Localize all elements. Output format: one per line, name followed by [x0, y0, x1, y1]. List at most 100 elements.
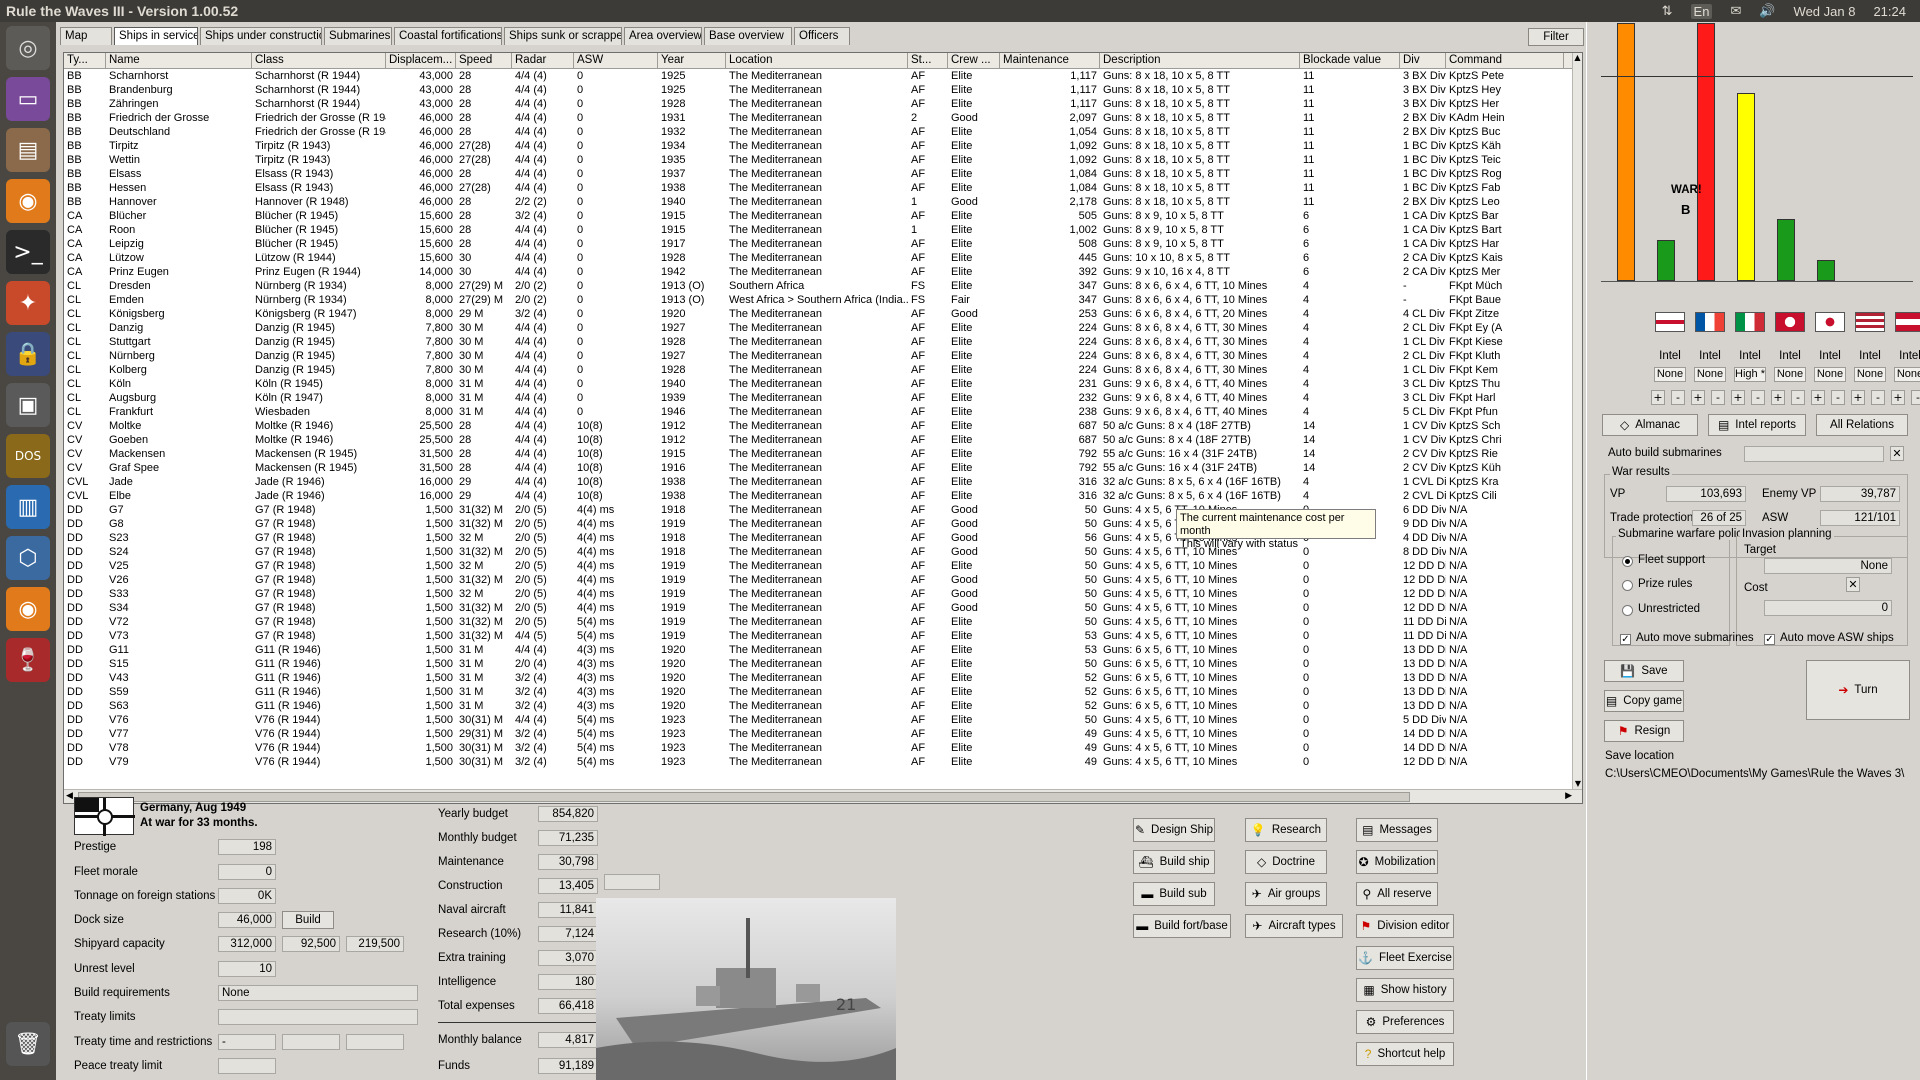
intel-increase-icon[interactable]: +: [1811, 390, 1825, 405]
mobilization-button[interactable]: ✪ Mobilization: [1356, 850, 1438, 874]
doctrine-button[interactable]: ◇ Doctrine: [1245, 850, 1327, 874]
app-icon-1[interactable]: ▭: [6, 77, 50, 121]
table-row[interactable]: BB Brandenburg Scharnhorst (R 1944) 43,000 2…: [64, 84, 1574, 98]
firefox-icon[interactable]: ◉: [6, 179, 50, 223]
build-fort-button[interactable]: ▬ Build fort/base: [1133, 914, 1231, 938]
column-header-10[interactable]: Crew ...: [948, 53, 1000, 69]
table-row[interactable]: DD S34 G7 (R 1948) 1,500 31(32) M 2/0 (5) 4(4)…: [64, 602, 1574, 616]
target-value[interactable]: None: [1764, 558, 1892, 574]
intel-decrease-icon[interactable]: -: [1871, 390, 1885, 405]
column-header-14[interactable]: Div: [1400, 53, 1446, 69]
column-header-9[interactable]: St...: [908, 53, 948, 69]
column-header-2[interactable]: Class: [252, 53, 386, 69]
table-row[interactable]: BB Elsass Elsass (R 1943) 46,000 28 4/4 (4) 0 1…: [64, 168, 1574, 182]
column-header-11[interactable]: Maintenance: [1000, 53, 1100, 69]
table-row[interactable]: DD S59 G11 (R 1946) 1,500 31 M 3/2 (4) 4(3) ms…: [64, 686, 1574, 700]
column-header-13[interactable]: Blockade value: [1300, 53, 1400, 69]
table-row[interactable]: DD V73 G7 (R 1948) 1,500 31(32) M 4/4 (5) 5(4)…: [64, 630, 1574, 644]
wine-icon[interactable]: 🍷: [6, 638, 50, 682]
intel-reports-button[interactable]: ▤ Intel reports: [1708, 414, 1806, 436]
table-row[interactable]: DD V25 G7 (R 1948) 1,500 32 M 2/0 (5) 4(4) ms 1…: [64, 560, 1574, 574]
trash-icon[interactable]: 🗑: [6, 1022, 50, 1066]
intel-increase-icon[interactable]: +: [1731, 390, 1745, 405]
files-icon[interactable]: ▤: [6, 128, 50, 172]
table-row[interactable]: DD S15 G11 (R 1946) 1,500 31 M 2/0 (4) 4(3) ms…: [64, 658, 1574, 672]
scroll-left-icon[interactable]: ◀: [66, 791, 73, 801]
table-row[interactable]: CL Danzig Danzig (R 1945) 7,800 30 M 4/4 (4) 0…: [64, 322, 1574, 336]
table-row[interactable]: CL Königsberg Königsberg (R 1947) 8,000 29 M…: [64, 308, 1574, 322]
fleet-exercise-button[interactable]: ⚓ Fleet Exercise: [1356, 946, 1454, 970]
terminal-icon[interactable]: >_: [6, 230, 50, 274]
table-row[interactable]: DD G11 G11 (R 1946) 1,500 31 M 4/4 (4) 4(3) ms…: [64, 644, 1574, 658]
table-row[interactable]: CL Dresden Nürnberg (R 1934) 8,000 27(29) M 2…: [64, 280, 1574, 294]
tab-coastal-fortifications[interactable]: Coastal fortifications: [394, 27, 502, 45]
aircraft-types-button[interactable]: ✈ Aircraft types: [1245, 914, 1343, 938]
table-row[interactable]: DD V72 G7 (R 1948) 1,500 31(32) M 2/0 (5) 5(4)…: [64, 616, 1574, 630]
tab-ships-in-service[interactable]: Ships in service: [114, 27, 198, 45]
table-row[interactable]: BB Friedrich der Grosse Friedrich der Gros…: [64, 112, 1574, 126]
table-row[interactable]: BB Wettin Tirpitz (R 1943) 46,000 27(28) 4/4 …: [64, 154, 1574, 168]
table-row[interactable]: DD V77 V76 (R 1944) 1,500 29(31) M 3/2 (4) 5(4…: [64, 728, 1574, 742]
table-row[interactable]: BB Tirpitz Tirpitz (R 1943) 46,000 27(28) 4/4…: [64, 140, 1574, 154]
window-icon[interactable]: ▣: [6, 383, 50, 427]
table-row[interactable]: BB Zähringen Scharnhorst (R 1944) 43,000 28 4…: [64, 98, 1574, 112]
column-header-3[interactable]: Displacem...: [386, 53, 456, 69]
messages-button[interactable]: ▤ Messages: [1356, 818, 1438, 842]
pinwheel-icon[interactable]: ✦: [6, 281, 50, 325]
table-row[interactable]: DD V79 V76 (R 1944) 1,500 30(31) M 3/2 (4) 5(4…: [64, 756, 1574, 770]
air-groups-button[interactable]: ✈ Air groups: [1245, 882, 1327, 906]
design-ship-button[interactable]: ✎ Design Ship: [1133, 818, 1215, 842]
table-row[interactable]: CA Prinz Eugen Prinz Eugen (R 1944) 14,000 3…: [64, 266, 1574, 280]
nation-flag[interactable]: [1775, 312, 1805, 332]
table-row[interactable]: CL Emden Nürnberg (R 1934) 8,000 27(29) M 2/0…: [64, 294, 1574, 308]
table-row[interactable]: CVL Jade Jade (R 1946) 16,000 29 4/4 (4) 10(8)…: [64, 476, 1574, 490]
intel-increase-icon[interactable]: +: [1771, 390, 1785, 405]
almanac-button[interactable]: ◇ Almanac: [1602, 414, 1698, 436]
lock-icon[interactable]: 🔒: [6, 332, 50, 376]
auto-move-asw-checkbox[interactable]: ✓: [1764, 634, 1775, 645]
build-sub-button[interactable]: ▬ Build sub: [1133, 882, 1215, 906]
column-header-5[interactable]: Radar: [512, 53, 574, 69]
table-row[interactable]: DD V78 V76 (R 1944) 1,500 30(31) M 3/2 (4) 5(4…: [64, 742, 1574, 756]
tab-map[interactable]: Map: [60, 27, 112, 45]
table-row[interactable]: CA Roon Blücher (R 1945) 15,600 28 4/4 (4) 0 19…: [64, 224, 1574, 238]
intel-decrease-icon[interactable]: -: [1751, 390, 1765, 405]
table-row[interactable]: CV Moltke Moltke (R 1946) 25,500 28 4/4 (4) 10…: [64, 420, 1574, 434]
radio-fleet-support[interactable]: [1622, 556, 1633, 567]
intel-decrease-icon[interactable]: -: [1911, 390, 1920, 405]
preferences-button[interactable]: ⚙ Preferences: [1356, 1010, 1454, 1034]
keyboard-layout[interactable]: En: [1690, 3, 1713, 19]
intel-decrease-icon[interactable]: -: [1671, 390, 1685, 405]
table-row[interactable]: BB Hannover Hannover (R 1948) 46,000 28 2/2 (…: [64, 196, 1574, 210]
table-row[interactable]: DD V43 G11 (R 1946) 1,500 31 M 3/2 (4) 4(3) ms…: [64, 672, 1574, 686]
scroll-up-icon[interactable]: ▲: [1573, 53, 1582, 63]
table-row[interactable]: CL Nürnberg Danzig (R 1945) 7,800 30 M 4/4 (4…: [64, 350, 1574, 364]
table-row[interactable]: CL Köln Köln (R 1945) 8,000 31 M 4/4 (4) 0 1940…: [64, 378, 1574, 392]
auto-build-subs-field[interactable]: [1744, 446, 1884, 462]
column-header-1[interactable]: Name: [106, 53, 252, 69]
volume-icon[interactable]: 🔊: [1759, 3, 1775, 19]
intel-increase-icon[interactable]: +: [1691, 390, 1705, 405]
copy-game-button[interactable]: ▤ Copy game: [1604, 690, 1684, 712]
research-button[interactable]: 💡 Research: [1245, 818, 1327, 842]
table-row[interactable]: CVL Elbe Jade (R 1946) 16,000 29 4/4 (4) 10(8)…: [64, 490, 1574, 504]
document-icon[interactable]: ▥: [6, 485, 50, 529]
intel-decrease-icon[interactable]: -: [1831, 390, 1845, 405]
table-row[interactable]: CA Leipzig Blücher (R 1945) 15,600 28 4/4 (4)…: [64, 238, 1574, 252]
tab-submarines[interactable]: Submarines: [324, 27, 392, 45]
column-header-4[interactable]: Speed: [456, 53, 512, 69]
horizontal-scroll-thumb[interactable]: [78, 792, 1410, 802]
tab-ships-under-construction[interactable]: Ships under construction: [200, 27, 322, 45]
scroll-down-icon[interactable]: ▼: [1573, 779, 1582, 789]
nation-flag[interactable]: [1815, 312, 1845, 332]
tab-officers[interactable]: Officers: [794, 27, 850, 45]
turn-button[interactable]: ➔ Turn: [1806, 660, 1910, 720]
clear-target-icon[interactable]: ✕: [1846, 577, 1860, 592]
intel-increase-icon[interactable]: +: [1891, 390, 1905, 405]
column-header-15[interactable]: Command: [1446, 53, 1564, 69]
table-row[interactable]: BB Deutschland Friedrich der Grosse (R 19 4…: [64, 126, 1574, 140]
intel-decrease-icon[interactable]: -: [1791, 390, 1805, 405]
build-dock-button[interactable]: Build: [282, 911, 334, 929]
tab-ships-sunk-or-scrapped[interactable]: Ships sunk or scrapped: [504, 27, 622, 45]
resign-button[interactable]: ⚑ Resign: [1604, 720, 1684, 742]
